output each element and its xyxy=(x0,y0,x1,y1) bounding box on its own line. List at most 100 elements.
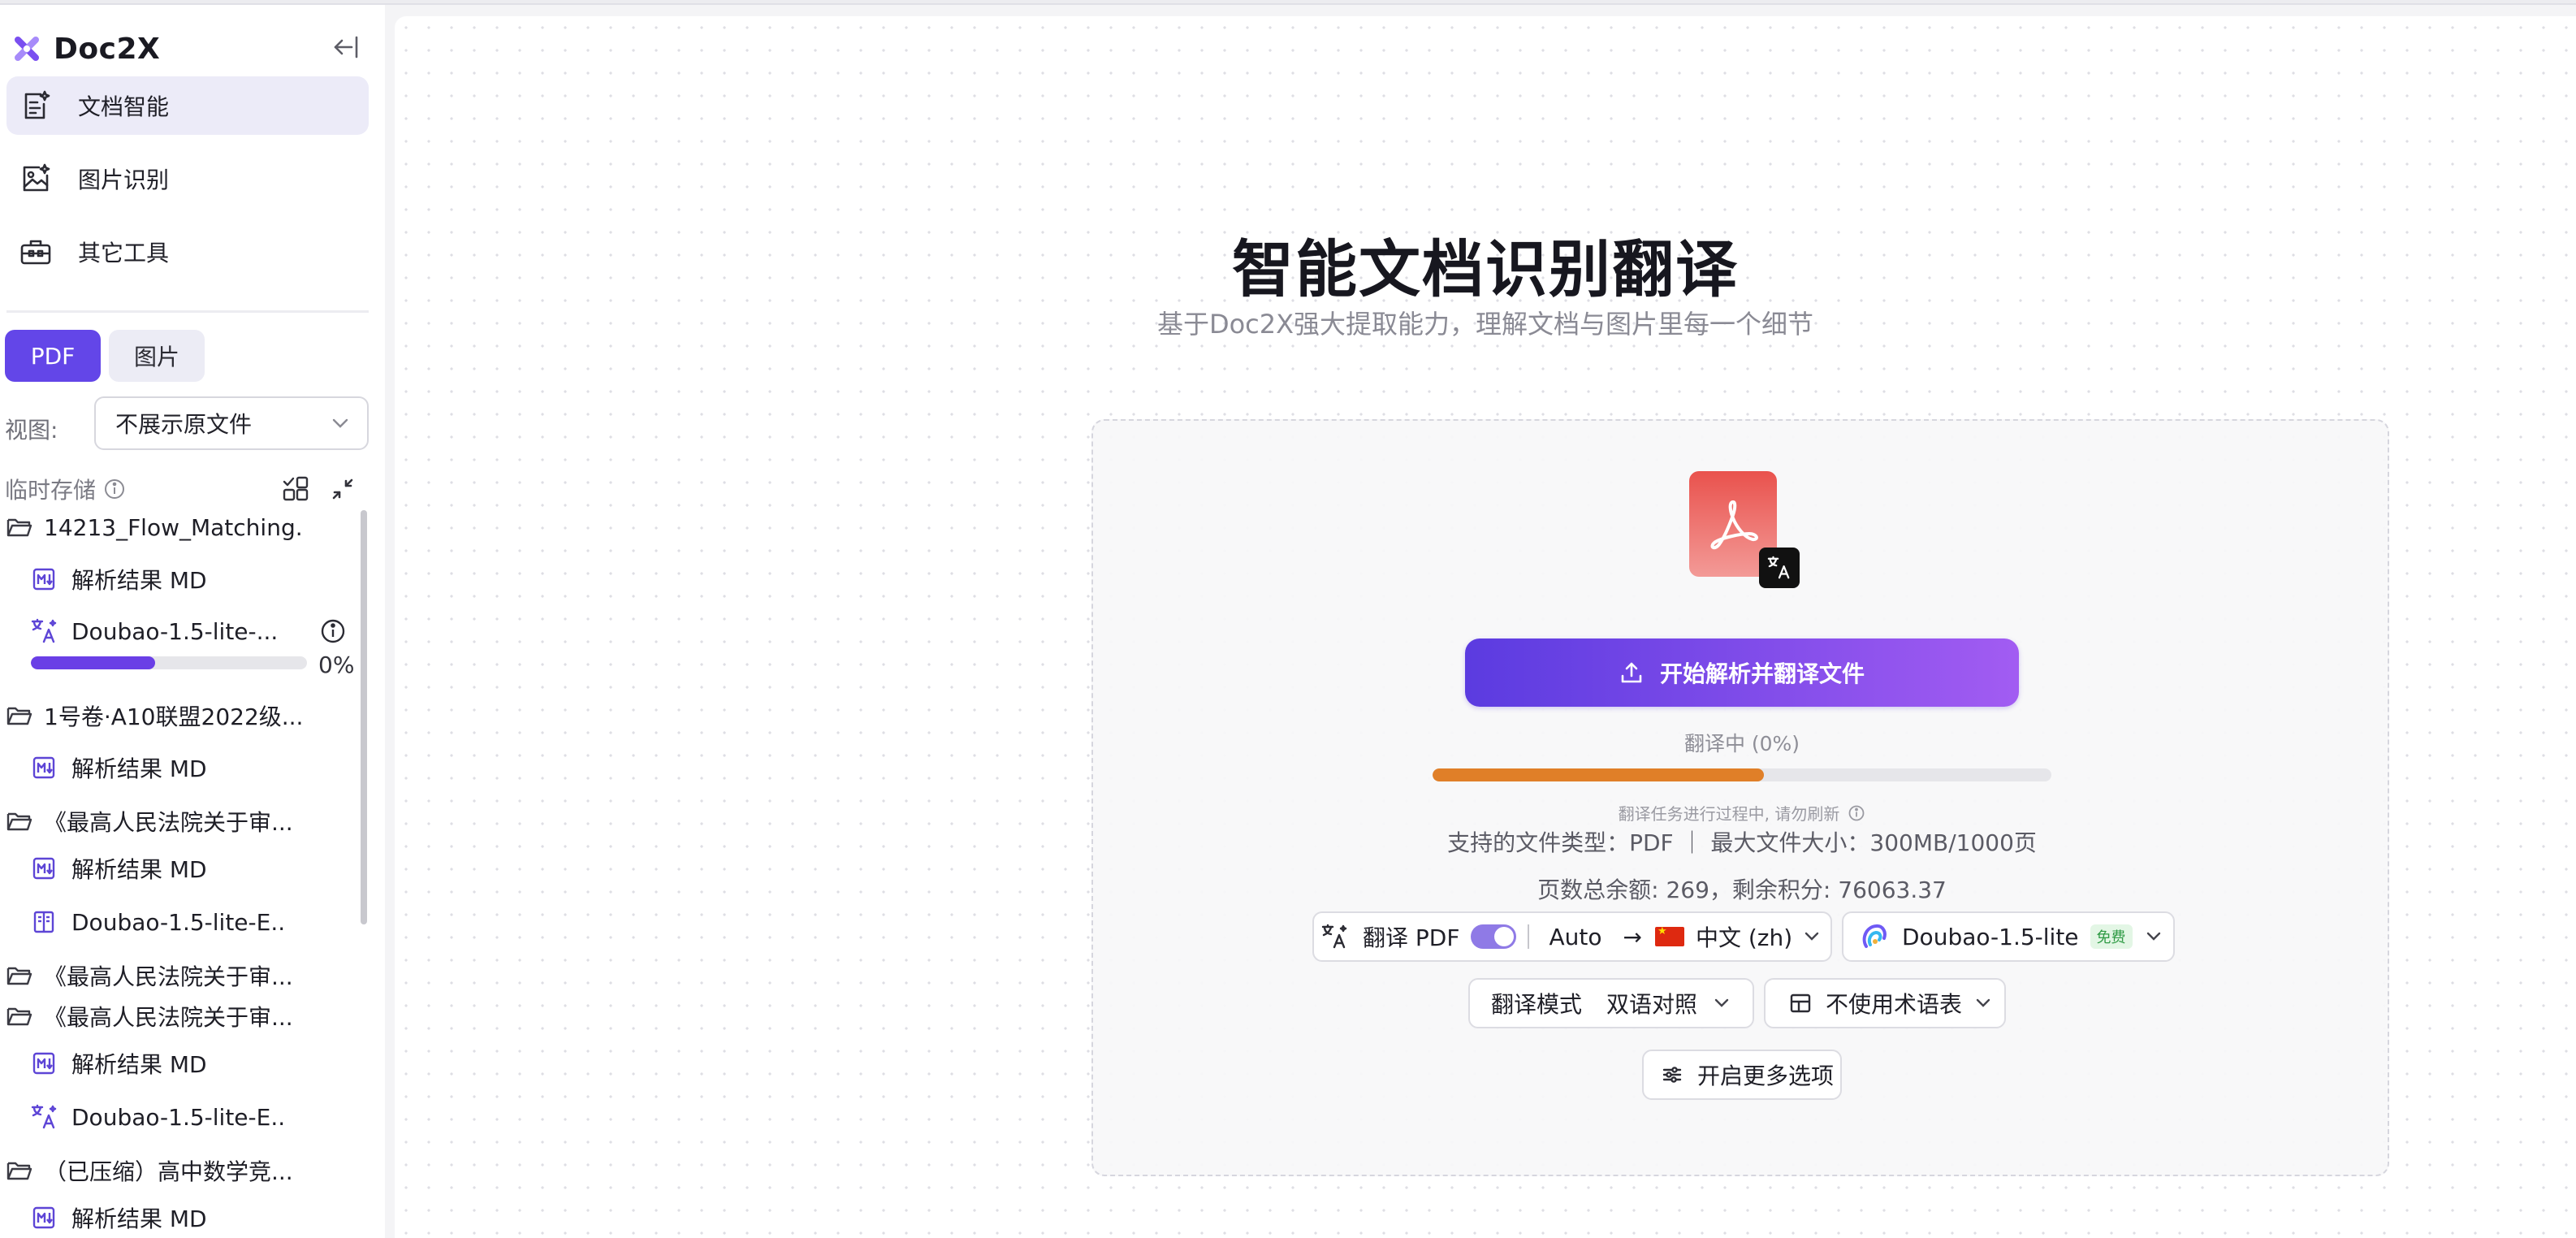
markdown-icon xyxy=(28,1047,60,1080)
brand-name: Doc2X xyxy=(54,32,161,66)
task-info-icon[interactable] xyxy=(317,615,349,647)
model-name: Doubao-1.5-lite xyxy=(1902,923,2079,950)
translate-pdf-label: 翻译 PDF xyxy=(1363,924,1460,951)
document-ai-icon xyxy=(18,88,54,123)
file-folder-row[interactable]: （已压缩）高中数学竞... xyxy=(0,1150,357,1191)
checklist-grid-icon xyxy=(283,476,309,501)
acrobat-icon xyxy=(1710,500,1758,550)
result-md-row[interactable]: 解析结果 MD xyxy=(0,559,357,600)
translate-icon xyxy=(1319,921,1350,952)
file-name: 解析结果 MD xyxy=(71,1206,207,1232)
sidebar-scrollbar[interactable] xyxy=(361,510,367,924)
image-recognize-icon xyxy=(18,161,54,197)
source-language[interactable]: Auto xyxy=(1549,924,1601,950)
folder-open-icon xyxy=(3,959,36,992)
main-panel: 智能文档识别翻译 基于Doc2X强大提取能力，理解文档与图片里每一个细节 开始解… xyxy=(395,16,2576,1238)
sliders-icon xyxy=(1657,1059,1688,1090)
chevron-down-icon xyxy=(1975,998,1991,1008)
file-name: 解析结果 MD xyxy=(71,1051,207,1078)
folder-name: 1号卷·A10联盟2022级... xyxy=(44,703,304,730)
markdown-icon xyxy=(28,751,60,784)
target-language[interactable]: 中文 (zh) xyxy=(1696,920,1792,953)
translation-task-row[interactable]: Doubao-1.5-lite-E... xyxy=(0,1097,357,1137)
translate-options-chip: 翻译 PDF Auto → 中文 (zh) xyxy=(1312,911,1832,962)
chevron-down-icon[interactable] xyxy=(1804,932,1820,941)
file-folder-row[interactable]: 14213_Flow_Matching... xyxy=(0,507,357,548)
translation-status: 翻译中 (0%) xyxy=(1683,732,1800,755)
info-icon[interactable] xyxy=(102,477,127,501)
nav-item-document-ai[interactable]: 文档智能 xyxy=(6,76,369,135)
glossary-select[interactable]: 不使用术语表 xyxy=(1764,978,2006,1028)
start-button-label: 开始解析并翻译文件 xyxy=(1659,661,1865,686)
brand[interactable]: Doc2X xyxy=(11,24,160,73)
translation-mode-label: 翻译模式 xyxy=(1491,991,1583,1018)
file-name: Doubao-1.5-lite-E... xyxy=(71,1103,287,1131)
result-md-row[interactable]: 解析结果 MD xyxy=(0,747,357,788)
collapse-all-button[interactable] xyxy=(325,471,361,507)
view-select[interactable]: 不展示原文件 xyxy=(94,396,369,450)
bilingual-result-row[interactable]: Doubao-1.5-lite-E... xyxy=(0,902,357,942)
collapse-sidebar-button[interactable] xyxy=(328,29,364,65)
file-folder-row[interactable]: 《最高人民法院关于审... xyxy=(0,955,357,996)
progress-hint-text: 翻译任务进行过程中, 请勿刷新 xyxy=(1618,804,1840,824)
select-all-button[interactable] xyxy=(278,471,313,507)
result-md-row[interactable]: 解析结果 MD xyxy=(0,1197,357,1238)
file-name: 解析结果 MD xyxy=(71,567,207,594)
task-progress-percent: 0% xyxy=(318,651,355,678)
translate-pdf-toggle[interactable] xyxy=(1471,924,1517,949)
chevron-down-icon xyxy=(1714,998,1730,1008)
more-options-button[interactable]: 开启更多选项 xyxy=(1642,1050,1842,1100)
file-name: 解析结果 MD xyxy=(71,856,207,883)
table-icon xyxy=(1785,988,1816,1019)
doc2x-logo-icon xyxy=(15,37,39,61)
file-folder-row[interactable]: 1号卷·A10联盟2022级... xyxy=(0,695,357,736)
result-md-row[interactable]: 解析结果 MD xyxy=(0,848,357,889)
view-select-value: 不展示原文件 xyxy=(115,411,253,438)
translation-progress-bar xyxy=(1433,768,2051,781)
folder-name: （已压缩）高中数学竞... xyxy=(44,1158,293,1185)
chevron-down-icon xyxy=(332,418,348,428)
info-icon[interactable] xyxy=(1848,804,1865,822)
tab-image[interactable]: 图片 xyxy=(109,330,205,382)
upload-icon xyxy=(1621,662,1642,683)
translate-icon xyxy=(28,1101,60,1133)
nav-item-image-recognition[interactable]: 图片识别 xyxy=(6,149,369,208)
progress-hint: 翻译任务进行过程中, 请勿刷新 xyxy=(1093,801,2391,825)
model-select[interactable]: Doubao-1.5-lite 免费 xyxy=(1842,911,2175,962)
folder-open-icon xyxy=(3,1154,36,1187)
markdown-icon xyxy=(28,852,60,885)
folder-name: 《最高人民法院关于审... xyxy=(44,1004,293,1031)
free-badge: 免费 xyxy=(2090,924,2133,949)
translation-mode-value: 双语对照 xyxy=(1606,991,1698,1018)
arrow-right-icon: → xyxy=(1623,923,1642,950)
translation-mode-select[interactable]: 翻译模式 双语对照 xyxy=(1468,978,1754,1028)
folder-open-icon xyxy=(3,1000,36,1032)
file-folder-row[interactable]: 《最高人民法院关于审... xyxy=(0,801,357,842)
chevron-down-icon xyxy=(2146,932,2162,941)
result-md-row[interactable]: 解析结果 MD xyxy=(0,1043,357,1084)
translation-progress-fill xyxy=(1433,768,1764,781)
nav-item-label: 其它工具 xyxy=(78,240,170,266)
file-name: Doubao-1.5-lite-... xyxy=(71,617,279,645)
nav-item-other-tools[interactable]: 其它工具 xyxy=(6,223,369,281)
file-name: 解析结果 MD xyxy=(71,755,207,782)
china-flag-icon xyxy=(1654,925,1684,946)
temp-storage-header: 临时存储 xyxy=(5,471,369,507)
tab-pdf[interactable]: PDF xyxy=(5,330,101,382)
translation-task-row[interactable]: Doubao-1.5-lite-... xyxy=(0,611,357,651)
pdf-file-icon xyxy=(1689,471,1800,588)
collapse-left-icon xyxy=(334,36,358,58)
supported-file-types: 支持的文件类型：PDF ｜ 最大文件大小：300MB/1000页 xyxy=(1447,829,2037,856)
folder-open-icon xyxy=(3,699,36,732)
markdown-icon xyxy=(28,563,60,595)
upload-dropzone[interactable]: 开始解析并翻译文件 翻译中 (0%) 翻译任务进行过程中, 请勿刷新 支持的文件… xyxy=(1091,419,2389,1176)
page-subtitle: 基于Doc2X强大提取能力，理解文档与图片里每一个细节 xyxy=(1156,309,1814,340)
task-progress-fill xyxy=(31,656,155,669)
folder-name: 《最高人民法院关于审... xyxy=(44,963,293,990)
window-top-bar xyxy=(0,0,2576,5)
folder-name: 《最高人民法院关于审... xyxy=(44,809,293,836)
start-parse-translate-button[interactable]: 开始解析并翻译文件 xyxy=(1465,638,2019,707)
view-label: 视图: xyxy=(5,417,58,444)
toolbox-icon xyxy=(18,234,54,270)
file-folder-row[interactable]: 《最高人民法院关于审... xyxy=(0,996,357,1037)
